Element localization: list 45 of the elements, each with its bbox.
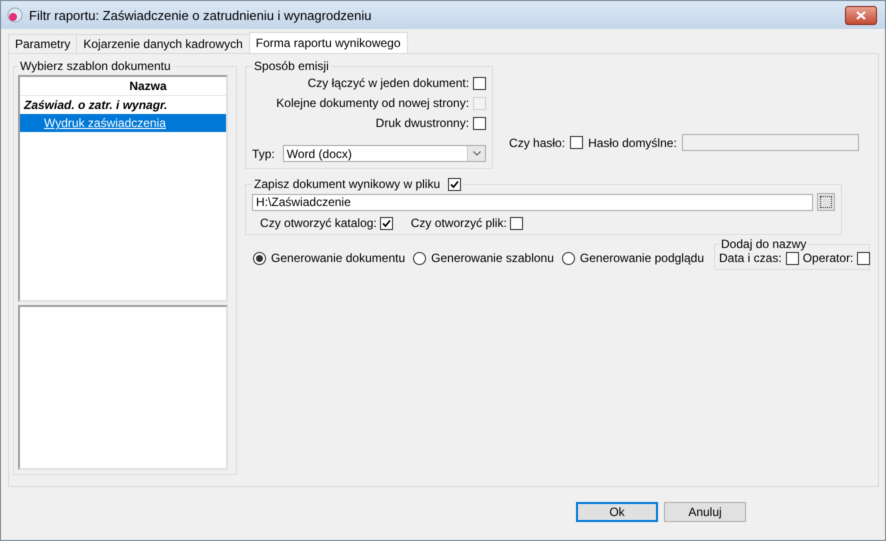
path-field[interactable]: H:\Zaświadczenie xyxy=(252,194,814,210)
tree-item[interactable]: Wydruk zaświadczenia xyxy=(20,114,226,132)
window-title: Filtr raportu: Zaświadczenie o zatrudnieniu i wynagrodzeniu xyxy=(29,8,373,22)
group-title: Wybierz szablon dokumentu xyxy=(19,59,172,73)
dialog-button[interactable]: Anuluj xyxy=(664,502,746,522)
checkbox[interactable] xyxy=(570,136,584,149)
option-label: Druk dwustronny: xyxy=(376,116,470,130)
option-label: Czy otworzyć katalog: xyxy=(260,216,377,230)
browse-button[interactable] xyxy=(817,193,836,211)
option-label: Kolejne dokumenty od nowej strony: xyxy=(276,96,470,110)
option-label: Data i czas: xyxy=(719,251,782,265)
radio-button[interactable] xyxy=(253,252,266,264)
group-title: Dodaj do nazwy xyxy=(720,237,808,251)
radio-label: Generowanie dokumentu xyxy=(271,251,406,265)
password-label: Czy hasło: xyxy=(509,136,566,150)
radio-button[interactable] xyxy=(562,252,575,264)
save-label: Zapisz dokument wynikowy w pliku xyxy=(254,177,440,191)
checkbox[interactable] xyxy=(380,216,393,230)
option-label: Czy otworzyć plik: xyxy=(410,216,507,230)
option-label: Operator: xyxy=(802,251,854,265)
checkbox[interactable] xyxy=(473,116,486,130)
dialog-button[interactable]: Ok xyxy=(576,502,658,522)
checkbox[interactable] xyxy=(857,252,870,264)
tab[interactable]: Parametry xyxy=(8,34,78,53)
app-icon xyxy=(7,7,23,23)
checkbox[interactable] xyxy=(786,252,799,264)
tab[interactable]: Kojarzenie danych kadrowych xyxy=(76,34,250,53)
checkbox[interactable] xyxy=(473,76,486,90)
chevron-down-icon xyxy=(472,151,481,156)
radio-label: Generowanie szablonu xyxy=(431,251,554,265)
close-icon xyxy=(856,10,866,20)
default-password-label: Hasło domyślne: xyxy=(588,136,677,150)
default-password-field[interactable] xyxy=(682,134,859,151)
radio-button[interactable] xyxy=(413,252,426,264)
checkbox[interactable] xyxy=(448,178,462,190)
tree-item[interactable]: Zaświad. o zatr. i wynagr. xyxy=(20,96,226,114)
close-button[interactable] xyxy=(845,6,877,24)
radio-label: Generowanie podglądu xyxy=(580,251,704,265)
group-title: Sposób emisji xyxy=(253,59,330,73)
type-label: Typ: xyxy=(252,146,275,160)
tab[interactable]: Forma raportu wynikowego xyxy=(248,32,408,53)
column-header: Nazwa xyxy=(20,77,226,96)
checkbox[interactable] xyxy=(510,216,523,230)
option-label: Czy łączyć w jeden dokument: xyxy=(308,76,470,90)
type-dropdown[interactable]: Word (docx) xyxy=(282,145,486,162)
